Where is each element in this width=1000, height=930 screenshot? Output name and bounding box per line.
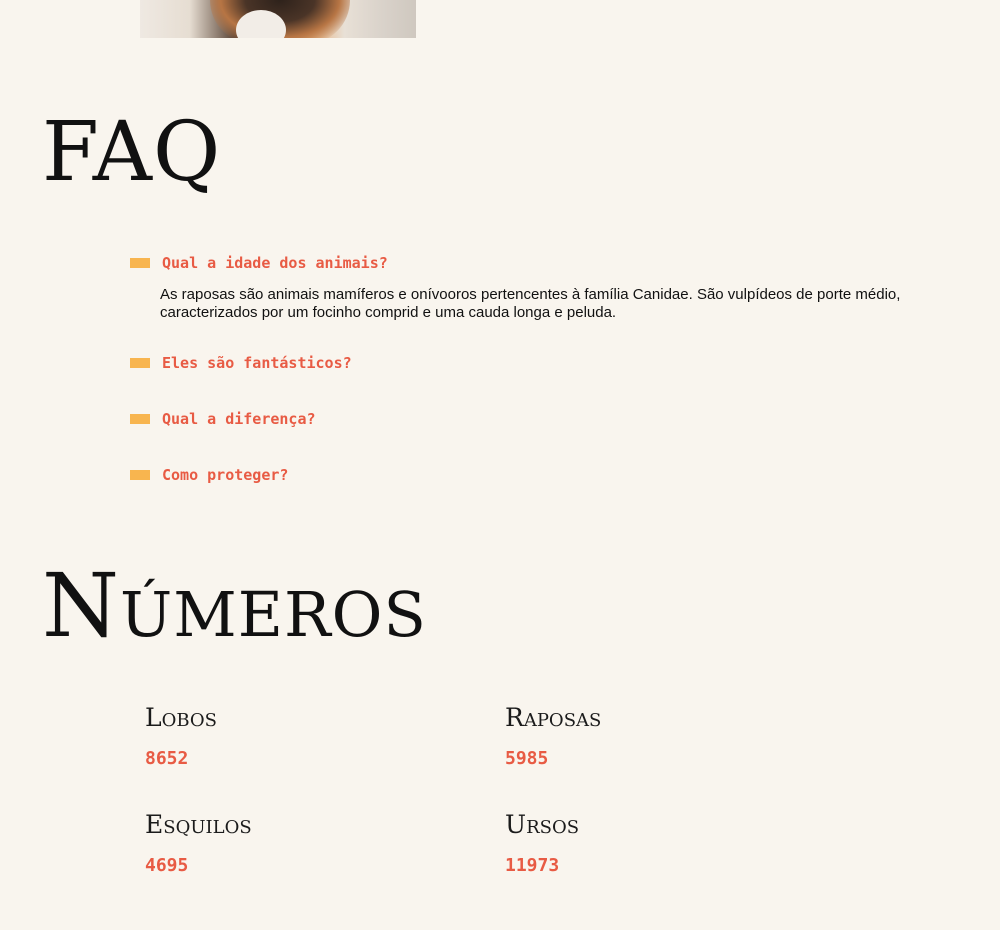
stat-label: Ursos <box>505 810 580 839</box>
faq-item: Como proteger? <box>130 462 930 518</box>
stat-label: Lobos <box>145 703 218 732</box>
stat-esquilos: Esquilos 4695 <box>145 812 445 875</box>
stat-lobos: Lobos 8652 <box>145 705 445 768</box>
faq-question-text: Qual a idade dos animais? <box>162 254 388 272</box>
faq-question-text: Eles são fantásticos? <box>162 354 352 372</box>
stat-value: 8652 <box>145 748 189 769</box>
bullet-marker-icon <box>130 258 150 268</box>
stat-raposas: Raposas 5985 <box>505 705 805 768</box>
faq-item: Qual a diferença? <box>130 406 930 462</box>
faq-answer-text: As raposas são animais mamíferos e onívo… <box>160 286 901 321</box>
stat-value: 5985 <box>505 748 549 769</box>
bullet-marker-icon <box>130 470 150 480</box>
stat-ursos: Ursos 11973 <box>505 812 805 875</box>
stat-label: Esquilos <box>145 810 252 839</box>
faq-question-fantastic[interactable]: Eles são fantásticos? <box>130 350 930 376</box>
faq-question-protect[interactable]: Como proteger? <box>130 462 930 488</box>
numbers-title: Números <box>42 554 427 657</box>
stat-label: Raposas <box>505 703 602 732</box>
stat-value: 11973 <box>505 855 560 876</box>
bullet-marker-icon <box>130 358 150 368</box>
animal-photo <box>140 0 416 38</box>
faq-list: Qual a idade dos animais? As raposas são… <box>130 250 930 518</box>
faq-item: Qual a idade dos animais? As raposas são… <box>130 250 930 350</box>
faq-question-difference[interactable]: Qual a diferença? <box>130 406 930 432</box>
faq-question-age[interactable]: Qual a idade dos animais? <box>130 250 930 276</box>
faq-question-text: Como proteger? <box>162 466 289 484</box>
faq-question-text: Qual a diferença? <box>162 410 316 428</box>
faq-item: Eles são fantásticos? <box>130 350 930 406</box>
bullet-marker-icon <box>130 414 150 424</box>
faq-title: FAQ <box>42 105 222 200</box>
stat-value: 4695 <box>145 855 189 876</box>
